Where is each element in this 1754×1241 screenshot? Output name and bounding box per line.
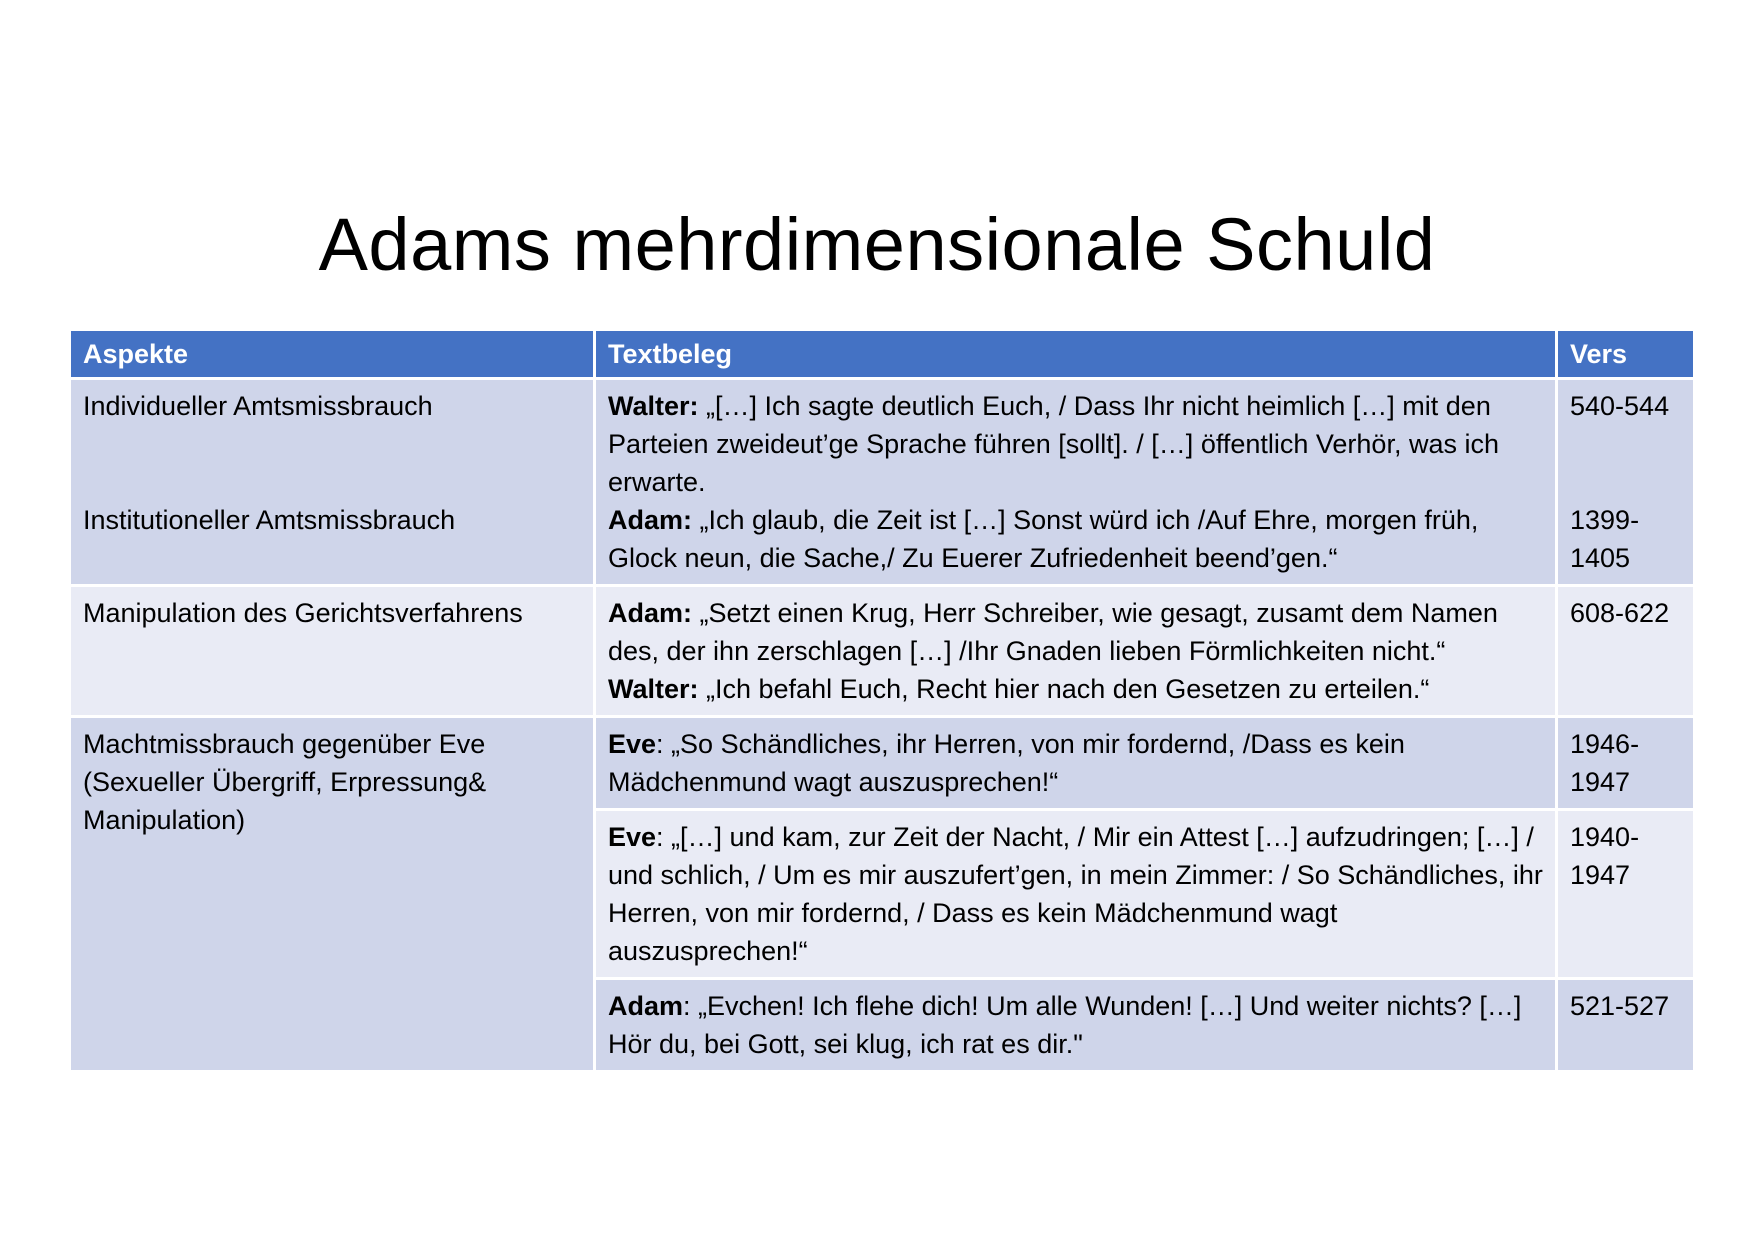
quote-text: „[…] Ich sagte deutlich Euch, / Dass Ihr… — [608, 391, 1499, 497]
quote: Walter: „[…] Ich sagte deutlich Euch, / … — [608, 387, 1543, 501]
speaker-name: Adam: — [608, 598, 693, 628]
verse-cell: 608-622 — [1555, 584, 1696, 718]
quote-text: „Ich glaub, die Zeit ist […] Sonst würd … — [608, 505, 1479, 573]
speaker-name: Eve — [608, 729, 657, 759]
verse-cell: 521-527 — [1555, 977, 1696, 1073]
speaker-name: Walter: — [608, 391, 699, 421]
verse-number: 1947 — [1570, 860, 1631, 890]
verse-cell: 540-544 1399- 1405 — [1555, 377, 1696, 587]
verse-cell: 1940- 1947 — [1555, 808, 1696, 980]
verse-number: 540-544 — [1570, 391, 1670, 421]
header-aspekte: Aspekte — [68, 328, 596, 380]
aspect-cell: Manipulation des Gerichtsverfahrens — [68, 584, 596, 718]
quote: Walter: „Ich befahl Euch, Recht hier nac… — [608, 670, 1543, 708]
aspect-text: Institutioneller Amtsmissbrauch — [83, 505, 456, 535]
verse-number: 1399- — [1570, 505, 1640, 535]
speaker-name: Walter: — [608, 674, 699, 704]
quote-text: : „So Schändliches, ihr Herren, von mir … — [608, 729, 1405, 797]
quote: Adam: „Setzt einen Krug, Herr Schreiber,… — [608, 594, 1543, 670]
table-header-row: Aspekte Textbeleg Vers — [68, 328, 1696, 380]
quote-text: „Setzt einen Krug, Herr Schreiber, wie g… — [608, 598, 1498, 666]
speaker-name: Adam — [608, 991, 684, 1021]
verse-number: 1405 — [1570, 543, 1631, 573]
evidence-cell: Walter: „[…] Ich sagte deutlich Euch, / … — [593, 377, 1558, 587]
speaker-name: Adam: — [608, 505, 693, 535]
table-row: Machtmissbrauch gegenüber Eve (Sexueller… — [68, 715, 1696, 1073]
header-vers: Vers — [1555, 328, 1696, 380]
header-textbeleg: Textbeleg — [593, 328, 1558, 380]
quote-text: : „[…] und kam, zur Zeit der Nacht, / Mi… — [608, 822, 1543, 966]
evidence-cell: Adam: „Setzt einen Krug, Herr Schreiber,… — [593, 584, 1558, 718]
table-row: Manipulation des Gerichtsverfahrens Adam… — [68, 584, 1696, 718]
aspect-text: Individueller Amtsmissbrauch — [83, 391, 433, 421]
slide-title: Adams mehrdimensionale Schuld — [318, 203, 1436, 286]
verse-cell: 1946- 1947 — [1555, 715, 1696, 811]
guilt-table: Aspekte Textbeleg Vers Individueller Amt… — [68, 328, 1696, 1073]
verse-number: 1940- — [1570, 822, 1640, 852]
speaker-name: Eve — [608, 822, 657, 852]
table-row: Individueller Amtsmissbrauch Institution… — [68, 377, 1696, 587]
quote: Adam: „Ich glaub, die Zeit ist […] Sonst… — [608, 501, 1543, 577]
verse-number: 1947 — [1570, 767, 1631, 797]
quote-text: „Ich befahl Euch, Recht hier nach den Ge… — [698, 674, 1430, 704]
aspect-cell: Machtmissbrauch gegenüber Eve (Sexueller… — [68, 715, 596, 1073]
aspect-cell: Individueller Amtsmissbrauch Institution… — [68, 377, 596, 587]
quote-text: : „Evchen! Ich flehe dich! Um alle Wunde… — [608, 991, 1522, 1059]
evidence-cell: Eve: „[…] und kam, zur Zeit der Nacht, /… — [593, 808, 1558, 980]
verse-number: 1946- — [1570, 729, 1640, 759]
evidence-cell: Eve: „So Schändliches, ihr Herren, von m… — [593, 715, 1558, 811]
evidence-cell: Adam: „Evchen! Ich flehe dich! Um alle W… — [593, 977, 1558, 1073]
